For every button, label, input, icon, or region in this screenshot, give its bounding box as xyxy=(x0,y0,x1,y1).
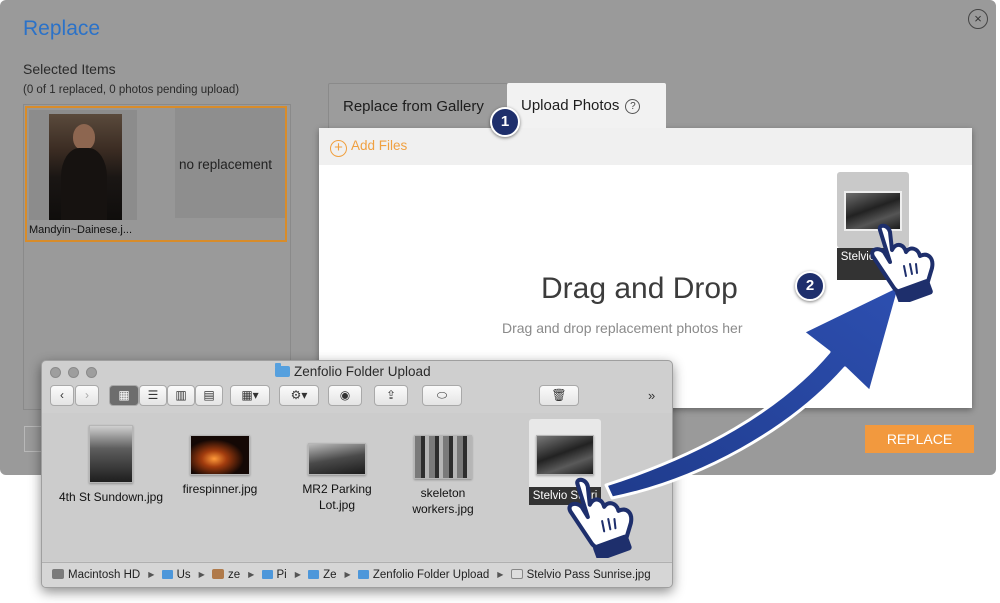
path-separator-icon: ▶ xyxy=(294,570,301,579)
folder-icon xyxy=(357,570,369,579)
help-icon[interactable]: ? xyxy=(625,99,641,114)
replace-button[interactable]: REPLACE xyxy=(865,425,974,453)
tab-replace-from-gallery[interactable]: Replace from Gallery xyxy=(328,83,508,128)
file-item[interactable]: 4th St Sundown.jpg xyxy=(56,425,166,505)
file-name: MR2 Parking Lot.jpg xyxy=(302,482,372,512)
hand-cursor-icon xyxy=(567,477,634,558)
home-icon xyxy=(212,569,224,579)
file-name: skeleton workers.jpg xyxy=(412,486,474,516)
path-item[interactable]: Stelvio Pass Sunrise.jpg xyxy=(527,569,651,581)
path-bar: Macintosh HD ▶ Us ▶ ze ▶ Pi ▶ Ze ▶ Zenfolio F… xyxy=(42,562,672,587)
file-item[interactable]: skeleton workers.jpg xyxy=(388,435,498,517)
finder-title: Zenfolio Folder Upload xyxy=(275,363,431,379)
portrait-photo xyxy=(49,114,122,220)
tab-upload-label: Upload Photos xyxy=(521,97,620,114)
no-replacement-label: no replacement xyxy=(179,157,273,172)
item-thumbnail xyxy=(29,110,137,220)
gear-icon[interactable]: ⚙▾ xyxy=(279,385,319,406)
finder-titlebar: Zenfolio Folder Upload xyxy=(42,361,672,384)
tab-upload-photos[interactable]: Upload Photos? xyxy=(507,83,666,128)
step-2-badge: 2 xyxy=(795,271,825,301)
file-thumbnail xyxy=(89,425,133,483)
finder-title-label: Zenfolio Folder Upload xyxy=(294,364,431,379)
folder-icon xyxy=(161,570,173,579)
share-icon[interactable]: ⇪ xyxy=(374,385,408,406)
path-item[interactable]: Us xyxy=(177,569,191,581)
path-separator-icon: ▶ xyxy=(248,570,255,579)
plus-icon: + xyxy=(330,140,347,157)
selected-items-title: Selected Items xyxy=(23,61,116,77)
path-separator-icon: ▶ xyxy=(497,570,504,579)
folder-icon xyxy=(261,570,273,579)
folder-icon xyxy=(275,363,290,377)
back-button[interactable]: ‹ xyxy=(50,385,74,406)
selected-items-status: (0 of 1 replaced, 0 photos pending uploa… xyxy=(23,84,240,96)
selected-item[interactable]: Mandyin~Dainese.j... no replacement xyxy=(25,106,287,242)
file-thumbnail xyxy=(190,435,250,475)
dialog-title: Replace xyxy=(23,17,101,40)
quick-look-icon[interactable]: ◉ xyxy=(328,385,362,406)
path-separator-icon: ▶ xyxy=(148,570,155,579)
zoom-light-icon[interactable] xyxy=(86,367,97,378)
minimize-light-icon[interactable] xyxy=(68,367,79,378)
coverflow-view-button[interactable]: ▤ xyxy=(195,385,223,406)
finder-toolbar: ‹ › ▦ ☰ ▥ ▤ ▦▾ ⚙▾ ◉ ⇪ ⬭ 🗑 » xyxy=(42,384,672,410)
close-light-icon[interactable] xyxy=(50,367,61,378)
arrange-button[interactable]: ▦▾ xyxy=(230,385,270,406)
path-item[interactable]: Macintosh HD xyxy=(68,569,140,581)
column-view-button[interactable]: ▥ xyxy=(167,385,195,406)
close-icon[interactable]: × xyxy=(968,9,988,29)
file-name: 4th St Sundown.jpg xyxy=(58,490,164,504)
path-item[interactable]: Pi xyxy=(277,569,287,581)
file-item[interactable]: firespinner.jpg xyxy=(165,435,275,497)
path-item[interactable]: ze xyxy=(228,569,240,581)
hand-cursor-icon xyxy=(870,223,935,302)
file-thumbnail xyxy=(536,435,594,475)
file-thumbnail xyxy=(308,443,366,475)
toolbar-overflow-icon[interactable]: » xyxy=(648,388,655,403)
file-thumbnail xyxy=(414,435,472,479)
icon-view-button[interactable]: ▦ xyxy=(109,385,139,406)
file-icon xyxy=(510,569,523,579)
add-files-button[interactable]: + Add Files xyxy=(330,138,407,157)
hard-drive-icon xyxy=(52,569,64,579)
path-separator-icon: ▶ xyxy=(198,570,205,579)
trash-icon[interactable]: 🗑 xyxy=(539,385,579,406)
list-view-button[interactable]: ☰ xyxy=(139,385,167,406)
add-files-label: Add Files xyxy=(351,138,408,153)
drop-zone-title: Drag and Drop xyxy=(541,272,738,305)
drop-zone-subtitle: Drag and drop replacement photos her xyxy=(502,320,743,336)
folder-icon xyxy=(308,570,320,579)
file-name: firespinner.jpg xyxy=(182,482,258,496)
path-item[interactable]: Zenfolio Folder Upload xyxy=(373,569,489,581)
tag-icon[interactable]: ⬭ xyxy=(422,385,462,406)
upload-toolbar: + Add Files xyxy=(319,128,972,165)
step-1-badge: 1 xyxy=(490,107,520,137)
path-item[interactable]: Ze xyxy=(323,569,336,581)
item-filename: Mandyin~Dainese.j... xyxy=(29,224,133,236)
file-item[interactable]: MR2 Parking Lot.jpg xyxy=(282,443,392,513)
forward-button[interactable]: › xyxy=(75,385,99,406)
path-separator-icon: ▶ xyxy=(344,570,351,579)
